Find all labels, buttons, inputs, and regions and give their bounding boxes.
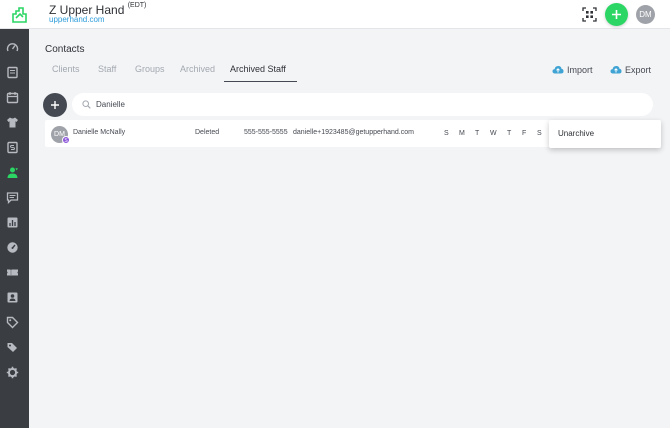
message-icon[interactable] <box>6 191 19 204</box>
row-context-menu: Unarchive <box>549 120 661 148</box>
day-monday: M <box>459 130 465 137</box>
tab-groups[interactable]: Groups <box>135 64 165 74</box>
dollar-document-icon[interactable] <box>6 141 19 154</box>
contacts-icon[interactable] <box>6 166 19 179</box>
unarchive-menu-item[interactable]: Unarchive <box>558 129 594 138</box>
top-bar: Z Upper Hand (EDT) upperhand.com DM <box>0 0 670 29</box>
phone-number: 555-555-5555 <box>244 129 288 136</box>
bar-chart-icon[interactable] <box>6 216 19 229</box>
qr-scanner-icon[interactable] <box>582 7 597 22</box>
speedometer-icon[interactable] <box>6 241 19 254</box>
page-title: Contacts <box>45 44 85 55</box>
tags-icon[interactable] <box>6 341 19 354</box>
staff-name[interactable]: Danielle McNally <box>73 129 125 136</box>
business-url[interactable]: upperhand.com <box>49 15 105 24</box>
tab-archived[interactable]: Archived <box>180 64 215 74</box>
dashboard-icon[interactable] <box>6 41 19 54</box>
gear-icon[interactable] <box>6 366 19 379</box>
shirt-icon[interactable] <box>6 116 19 129</box>
cloud-upload-icon <box>552 66 564 74</box>
export-label: Export <box>625 65 652 75</box>
active-tab-indicator <box>224 81 297 82</box>
day-wednesday: W <box>490 130 497 137</box>
tab-archived-staff[interactable]: Archived Staff <box>230 64 286 74</box>
day-friday: F <box>522 130 527 137</box>
badge-icon[interactable] <box>6 291 19 304</box>
export-button[interactable]: Export <box>610 63 655 77</box>
import-button[interactable]: Import <box>552 63 597 77</box>
day-tuesday: T <box>475 130 480 137</box>
upper-hand-logo-icon[interactable] <box>10 5 30 25</box>
import-label: Import <box>567 65 593 75</box>
cloud-upload-icon <box>610 66 622 74</box>
quick-add-button[interactable] <box>605 3 628 26</box>
day-sunday: S <box>444 130 449 137</box>
add-contact-button[interactable] <box>43 93 67 117</box>
tab-staff[interactable]: Staff <box>98 64 116 74</box>
calendar-icon[interactable] <box>6 91 19 104</box>
contacts-tabs: Clients Staff Groups Archived Archived S… <box>45 60 303 82</box>
tag-icon[interactable] <box>6 316 19 329</box>
tab-clients[interactable]: Clients <box>52 64 80 74</box>
search-bar <box>72 93 653 116</box>
plus-icon <box>51 101 59 109</box>
day-thursday: T <box>507 130 512 137</box>
email-address: danielle+1923485@getupperhand.com <box>293 129 414 136</box>
book-icon[interactable] <box>6 66 19 79</box>
search-input[interactable] <box>96 97 636 112</box>
sidebar <box>0 29 29 428</box>
search-icon <box>82 100 91 109</box>
ticket-icon[interactable] <box>6 266 19 279</box>
user-avatar[interactable]: DM <box>636 5 655 24</box>
day-saturday: S <box>537 130 542 137</box>
status-label: Deleted <box>195 129 220 136</box>
staff-badge: S <box>62 136 70 144</box>
plus-icon <box>612 10 621 19</box>
timezone-label: (EDT) <box>127 2 147 9</box>
